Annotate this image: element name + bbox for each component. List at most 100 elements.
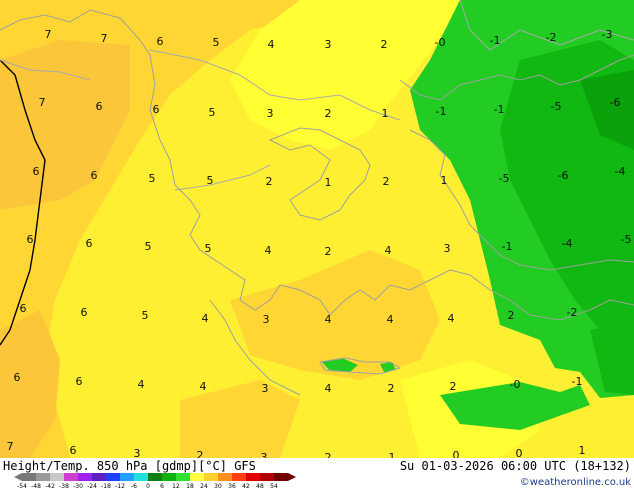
scale-label: 24 xyxy=(200,483,208,490)
temperature-label: 4 xyxy=(200,380,207,393)
scale-label: 48 xyxy=(256,483,264,490)
scale-label: -24 xyxy=(87,483,97,490)
scale-label: 6 xyxy=(160,483,164,490)
scale-swatch xyxy=(246,473,260,481)
temperature-label: 3 xyxy=(262,382,269,395)
temperature-label: 6 xyxy=(76,375,83,388)
temperature-label: 5 xyxy=(213,36,220,49)
temperature-label: 5 xyxy=(145,240,152,253)
temperature-label: -0 xyxy=(510,378,521,391)
temperature-label: -0 xyxy=(435,36,446,49)
temperature-label: 6 xyxy=(153,103,160,116)
scale-swatch xyxy=(162,473,176,481)
scale-swatch xyxy=(190,473,204,481)
temperature-label: -6 xyxy=(610,96,621,109)
scale-swatch xyxy=(106,473,120,481)
scale-swatch xyxy=(22,473,36,481)
temperature-label: 3 xyxy=(267,107,274,120)
temperature-label: 7 xyxy=(7,440,14,453)
temperature-label: 7 xyxy=(45,28,52,41)
temperature-label: 2 xyxy=(381,38,388,51)
temperature-label: -1 xyxy=(494,103,505,116)
temperature-label: -5 xyxy=(551,100,562,113)
temperature-label: 4 xyxy=(325,313,332,326)
scale-swatch xyxy=(64,473,78,481)
credit-text: ©weatheronline.co.uk xyxy=(520,477,631,488)
scale-label: 0 xyxy=(146,483,150,490)
temperature-label: 1 xyxy=(382,107,389,120)
scale-label: 36 xyxy=(228,483,236,490)
scale-label: -12 xyxy=(115,483,125,490)
scale-swatch xyxy=(218,473,232,481)
temperature-label: 4 xyxy=(138,378,145,391)
temperature-label: 6 xyxy=(86,237,93,250)
scale-label: 54 xyxy=(270,483,278,490)
valid-time: Su 01-03-2026 06:00 UTC (18+132) xyxy=(400,459,631,473)
temperature-label: 5 xyxy=(209,106,216,119)
temperature-label: -3 xyxy=(602,28,613,41)
scale-label: 12 xyxy=(172,483,180,490)
scale-label: -30 xyxy=(73,483,83,490)
temperature-label: -1 xyxy=(436,105,447,118)
scale-label: -54 xyxy=(17,483,27,490)
scale-label: -6 xyxy=(131,483,137,490)
temperature-field xyxy=(0,0,634,458)
temperature-label: -5 xyxy=(621,233,632,246)
scale-label: -38 xyxy=(59,483,69,490)
temperature-label: -2 xyxy=(567,306,578,319)
temperature-label: 4 xyxy=(202,312,209,325)
scale-swatch xyxy=(260,473,274,481)
scale-swatch xyxy=(78,473,92,481)
temperature-label: -4 xyxy=(615,165,626,178)
temperature-label: 6 xyxy=(157,35,164,48)
scale-swatch xyxy=(232,473,246,481)
temperature-label: 4 xyxy=(325,382,332,395)
temperature-label: 5 xyxy=(142,309,149,322)
scale-swatch xyxy=(50,473,64,481)
temperature-label: 2 xyxy=(383,175,390,188)
weather-map: 7 7 6 5 4 3 2 -0 -1 -2 -3 7 6 6 5 3 2 1 -1 -1 -5 -6 6 6 5 5 2 1 2 1 -5… xyxy=(0,0,634,490)
temperature-label: 2 xyxy=(450,380,457,393)
scale-swatch xyxy=(120,473,134,481)
temperature-label: 4 xyxy=(385,244,392,257)
temperature-label: 2 xyxy=(325,245,332,258)
temperature-label: 4 xyxy=(268,38,275,51)
temperature-label: 1 xyxy=(579,444,586,457)
temperature-label: 2 xyxy=(508,309,515,322)
scale-label: 18 xyxy=(186,483,194,490)
temperature-label: 2 xyxy=(266,175,273,188)
temperature-label: 7 xyxy=(39,96,46,109)
temperature-label: 6 xyxy=(96,100,103,113)
scale-swatch xyxy=(148,473,162,481)
temperature-label: 1 xyxy=(325,176,332,189)
temperature-label: 5 xyxy=(207,174,214,187)
temperature-label: 5 xyxy=(205,242,212,255)
temperature-label: -5 xyxy=(499,172,510,185)
temperature-label: 4 xyxy=(387,313,394,326)
scale-swatch xyxy=(176,473,190,481)
scale-swatch xyxy=(274,473,288,481)
temperature-label: 3 xyxy=(444,242,451,255)
scale-label: -42 xyxy=(45,483,55,490)
scale-label: 42 xyxy=(242,483,250,490)
temperature-label: 7 xyxy=(101,32,108,45)
footer: Height/Temp. 850 hPa [gdmp][°C] GFS Su 0… xyxy=(0,458,634,490)
temperature-label: -2 xyxy=(546,31,557,44)
temperature-label: -1 xyxy=(490,34,501,47)
scale-label: -18 xyxy=(101,483,111,490)
temperature-label: -1 xyxy=(572,375,583,388)
temperature-label: 6 xyxy=(33,165,40,178)
temperature-label: 3 xyxy=(325,38,332,51)
scale-label: -48 xyxy=(31,483,41,490)
scale-swatch xyxy=(92,473,106,481)
map-title: Height/Temp. 850 hPa [gdmp][°C] GFS xyxy=(3,459,256,473)
temperature-label: 6 xyxy=(27,233,34,246)
scale-label: 30 xyxy=(214,483,222,490)
temperature-label: 2 xyxy=(388,382,395,395)
temperature-label: 4 xyxy=(265,244,272,257)
scale-swatch xyxy=(204,473,218,481)
temperature-label: 6 xyxy=(91,169,98,182)
temperature-label: 5 xyxy=(149,172,156,185)
temperature-label: -4 xyxy=(562,237,573,250)
temperature-label: 3 xyxy=(263,313,270,326)
